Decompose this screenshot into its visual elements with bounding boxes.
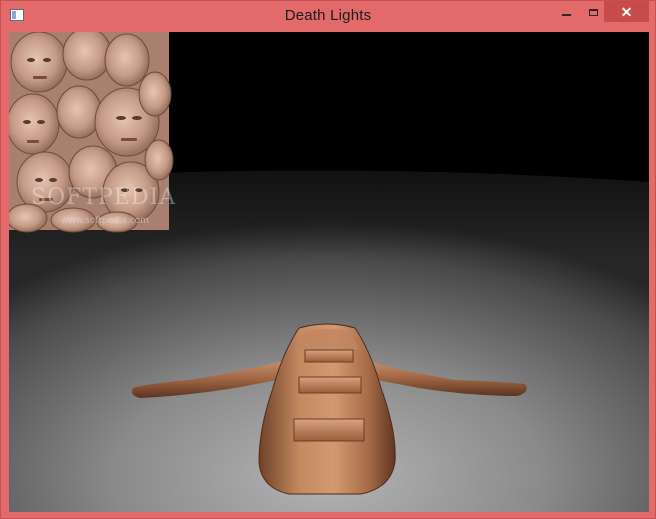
watermark: SOFTPEDIA <box>31 185 177 210</box>
watermark-url: www.softpedia.com <box>61 216 149 226</box>
close-icon: ✕ <box>620 3 633 20</box>
maximize-button[interactable] <box>581 1 605 23</box>
scene-canvas <box>9 32 649 512</box>
game-window: Death Lights ✕ SOFTPEDIA www.softpedia.c… <box>0 0 656 519</box>
maximize-icon <box>588 8 598 16</box>
minimize-button[interactable] <box>554 1 578 23</box>
close-button[interactable]: ✕ <box>604 1 649 22</box>
game-viewport[interactable]: SOFTPEDIA www.softpedia.com <box>9 32 649 512</box>
title-bar[interactable]: Death Lights ✕ <box>1 1 655 31</box>
minimize-icon <box>561 14 571 16</box>
